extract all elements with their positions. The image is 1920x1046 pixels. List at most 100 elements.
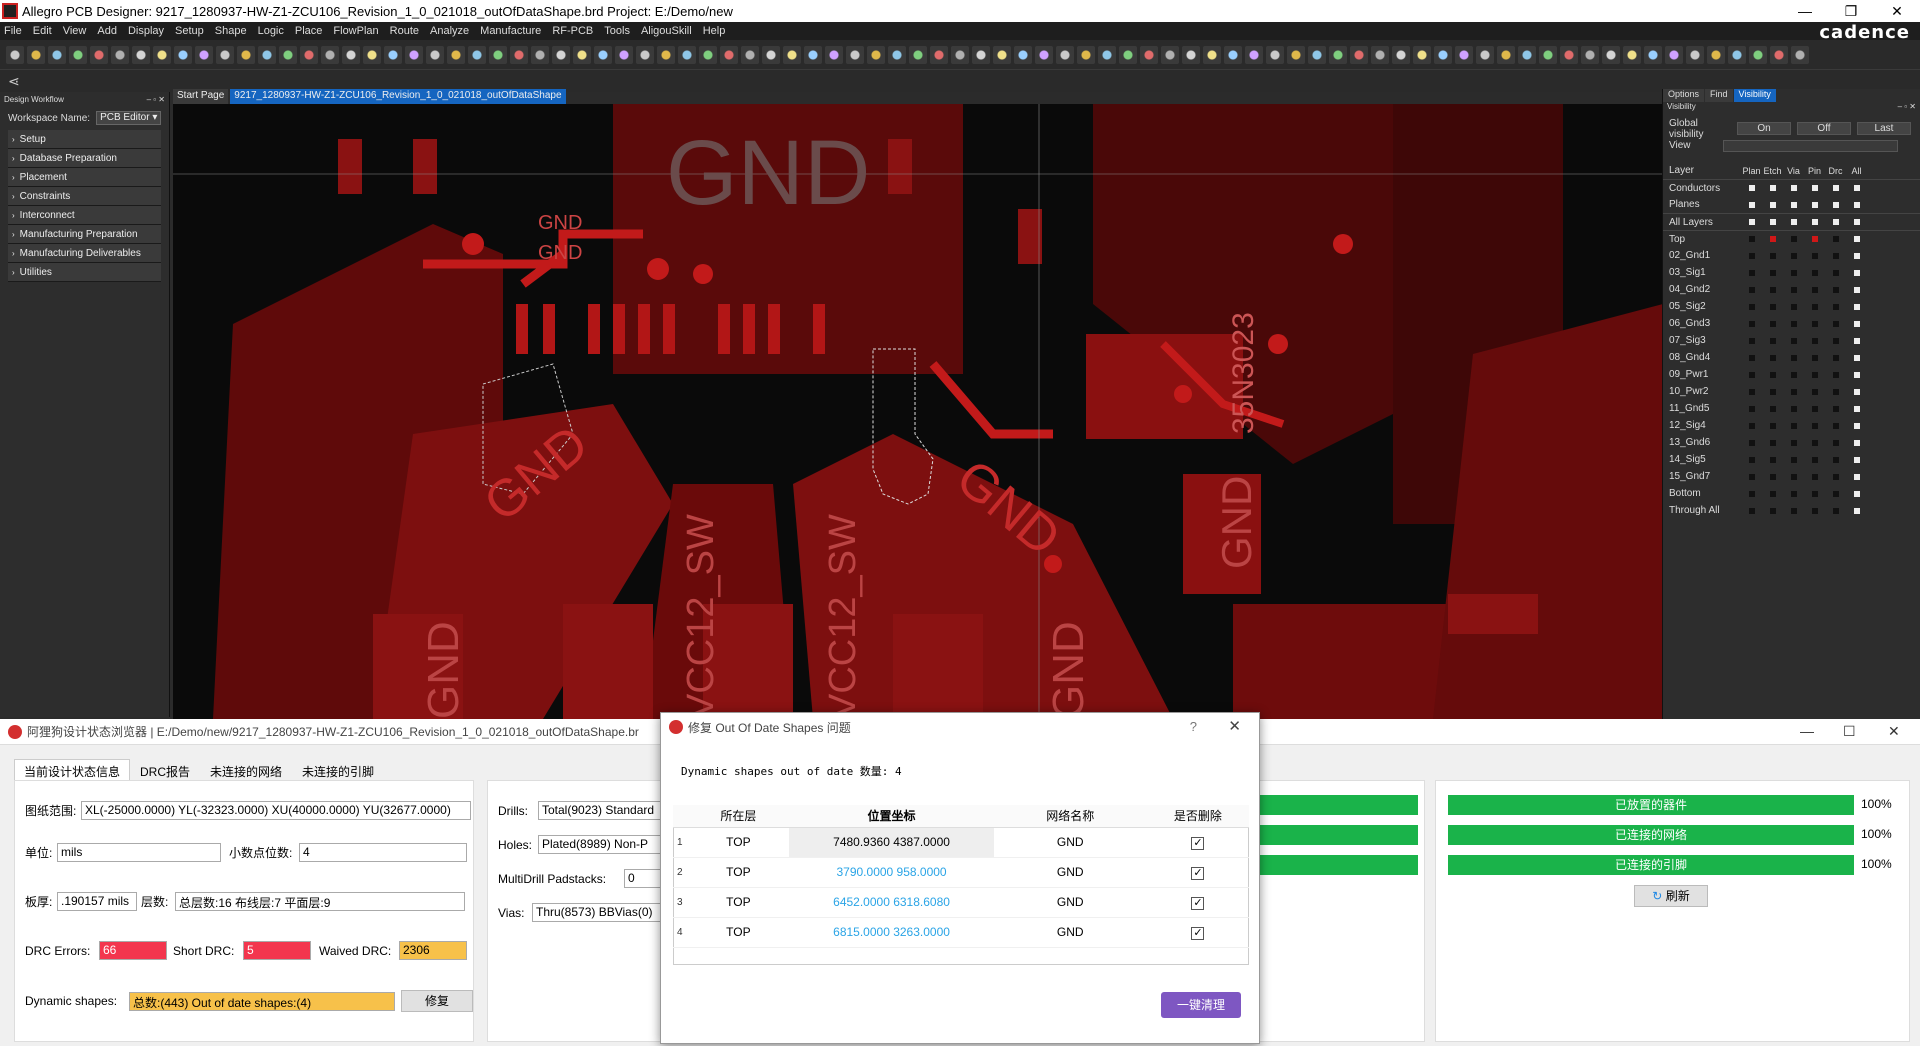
visibility-checkbox[interactable] <box>1846 219 1867 225</box>
layer-row-through-all[interactable]: Through All <box>1663 502 1920 519</box>
row-position[interactable]: 3790.0000 958.0000 <box>789 857 994 888</box>
toolbar-tool-icon[interactable] <box>1728 45 1746 64</box>
visibility-checkbox[interactable] <box>1846 337 1867 344</box>
toolbar-tool-icon[interactable] <box>972 45 990 64</box>
toolbar-tool-icon[interactable] <box>1644 45 1662 64</box>
visibility-checkbox[interactable] <box>1762 337 1783 344</box>
toolbar-tool-icon[interactable] <box>573 45 591 64</box>
toolbar-tool-icon[interactable] <box>1413 45 1431 64</box>
visibility-checkbox[interactable] <box>1762 473 1783 480</box>
menu-file[interactable]: File <box>4 25 22 37</box>
visibility-checkbox[interactable] <box>1741 269 1762 276</box>
toolbar-tool-icon[interactable] <box>909 45 927 64</box>
visibility-checkbox[interactable] <box>1846 236 1867 242</box>
toolbar-tool-icon[interactable] <box>1287 45 1305 64</box>
delete-checkbox[interactable]: ✓ <box>1191 926 1205 940</box>
layer-count-field[interactable]: 总层数:16 布线层:7 平面层:9 <box>175 892 465 911</box>
holes-field[interactable]: Plated(8989) Non-P <box>538 835 678 854</box>
visibility-checkbox[interactable] <box>1783 388 1804 395</box>
menu-display[interactable]: Display <box>128 25 164 37</box>
extent-field[interactable]: XL(-25000.0000) YL(-32323.0000) XU(40000… <box>81 801 471 820</box>
toolbar-tool-icon[interactable] <box>804 45 822 64</box>
visibility-checkbox[interactable] <box>1741 354 1762 361</box>
visibility-checkbox[interactable] <box>1804 252 1825 259</box>
toolbar-tool-icon[interactable] <box>1098 45 1116 64</box>
menu-flowplan[interactable]: FlowPlan <box>333 25 378 37</box>
visibility-checkbox[interactable] <box>1846 439 1867 446</box>
toolbar-tool-icon[interactable] <box>6 45 24 64</box>
toolbar-tool-icon[interactable] <box>1455 45 1473 64</box>
visibility-checkbox[interactable] <box>1804 303 1825 310</box>
visibility-checkbox[interactable] <box>1804 201 1825 208</box>
toolbar-tool-icon[interactable] <box>1140 45 1158 64</box>
toolbar-tool-icon[interactable] <box>153 45 171 64</box>
global-off-button[interactable]: Off <box>1797 122 1851 135</box>
visibility-checkbox[interactable] <box>1804 507 1825 514</box>
toolbar-tool-icon[interactable] <box>489 45 507 64</box>
delete-checkbox[interactable]: ✓ <box>1191 896 1205 910</box>
table-row[interactable]: 2 TOP 3790.0000 958.0000 GND ✓ <box>673 857 1249 888</box>
tab-board-file[interactable]: 9217_1280937-HW-Z1-ZCU106_Revision_1_0_0… <box>230 89 566 104</box>
toolbar-tool-icon[interactable] <box>1203 45 1221 64</box>
toolbar-tool-icon[interactable] <box>1434 45 1452 64</box>
visibility-checkbox[interactable] <box>1846 490 1867 497</box>
menu-logic[interactable]: Logic <box>258 25 284 37</box>
visibility-checkbox[interactable] <box>1783 422 1804 429</box>
visibility-checkbox[interactable] <box>1762 286 1783 293</box>
toolbar-tool-icon[interactable] <box>762 45 780 64</box>
tab-start-page[interactable]: Start Page <box>173 89 229 104</box>
minimize-icon[interactable]: — <box>1782 3 1828 19</box>
visibility-checkbox[interactable] <box>1741 337 1762 344</box>
table-row[interactable]: 1 TOP 7480.9360 4387.0000 GND ✓ <box>673 827 1249 858</box>
menu-help[interactable]: Help <box>703 25 726 37</box>
share-icon[interactable]: ⋖ <box>8 73 20 90</box>
menu-setup[interactable]: Setup <box>175 25 204 37</box>
menu-shape[interactable]: Shape <box>215 25 247 37</box>
unit-field[interactable]: mils <box>57 843 221 862</box>
toolbar-tool-icon[interactable] <box>1266 45 1284 64</box>
toolbar-tool-icon[interactable] <box>1224 45 1242 64</box>
visibility-checkbox[interactable] <box>1804 388 1825 395</box>
visibility-checkbox[interactable] <box>1741 422 1762 429</box>
visibility-checkbox[interactable] <box>1762 422 1783 429</box>
visibility-checkbox[interactable] <box>1741 405 1762 412</box>
visibility-checkbox[interactable] <box>1825 201 1846 208</box>
toolbar-tool-icon[interactable] <box>1077 45 1095 64</box>
visibility-checkbox[interactable] <box>1804 371 1825 378</box>
toolbar-tool-icon[interactable] <box>111 45 129 64</box>
visibility-checkbox[interactable] <box>1825 320 1846 327</box>
toolbar-tool-icon[interactable] <box>237 45 255 64</box>
toolbar-tool-icon[interactable] <box>741 45 759 64</box>
visibility-checkbox[interactable] <box>1825 405 1846 412</box>
visibility-checkbox[interactable] <box>1846 354 1867 361</box>
visibility-checkbox[interactable] <box>1846 201 1867 208</box>
visibility-checkbox[interactable] <box>1783 269 1804 276</box>
visibility-checkbox[interactable] <box>1783 439 1804 446</box>
visibility-checkbox[interactable] <box>1783 286 1804 293</box>
dynamic-shapes-field[interactable]: 总数:(443) Out of date shapes:(4) <box>129 991 395 1011</box>
toolbar-tool-icon[interactable] <box>1329 45 1347 64</box>
workflow-item-interconnect[interactable]: › Interconnect <box>8 206 161 225</box>
toolbar-tool-icon[interactable] <box>27 45 45 64</box>
visibility-checkbox[interactable] <box>1825 507 1846 514</box>
menu-tools[interactable]: Tools <box>604 25 630 37</box>
visibility-checkbox[interactable] <box>1804 405 1825 412</box>
tab-find[interactable]: Find <box>1705 89 1733 102</box>
layer-row-10-pwr2[interactable]: 10_Pwr2 <box>1663 383 1920 400</box>
visibility-checkbox[interactable] <box>1804 422 1825 429</box>
row-position[interactable]: 6452.0000 6318.6080 <box>789 887 994 918</box>
visibility-checkbox[interactable] <box>1846 303 1867 310</box>
visibility-checkbox[interactable] <box>1762 269 1783 276</box>
visibility-checkbox[interactable] <box>1783 473 1804 480</box>
toolbar-tool-icon[interactable] <box>1182 45 1200 64</box>
toolbar-tool-icon[interactable] <box>216 45 234 64</box>
global-last-button[interactable]: Last <box>1857 122 1911 135</box>
visibility-checkbox[interactable] <box>1783 201 1804 208</box>
visibility-checkbox[interactable] <box>1804 490 1825 497</box>
visibility-checkbox[interactable] <box>1741 456 1762 463</box>
workflow-item-constraints[interactable]: › Constraints <box>8 187 161 206</box>
menu-view[interactable]: View <box>63 25 87 37</box>
layer-row-09-pwr1[interactable]: 09_Pwr1 <box>1663 366 1920 383</box>
visibility-checkbox[interactable] <box>1762 388 1783 395</box>
toolbar-tool-icon[interactable] <box>552 45 570 64</box>
